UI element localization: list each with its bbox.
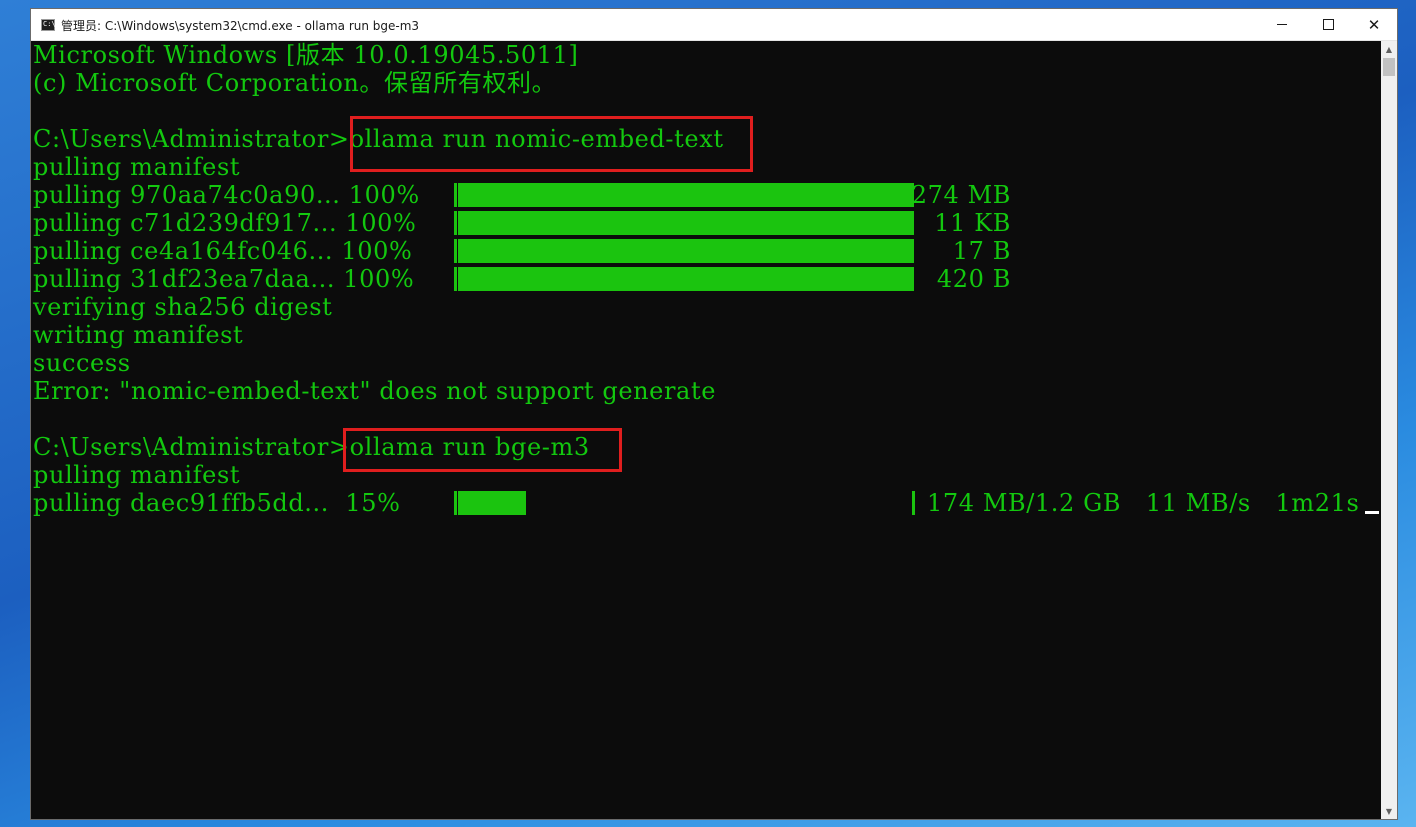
- console-line: Microsoft Windows [版本 10.0.19045.5011]: [33, 41, 579, 69]
- console-line: pulling manifest: [33, 153, 241, 181]
- highlight-box: [343, 428, 622, 472]
- progress-bar-end: [912, 491, 915, 515]
- minimize-button[interactable]: [1259, 9, 1305, 40]
- maximize-button[interactable]: [1305, 9, 1351, 40]
- console-line: Error: "nomic-embed-text" does not suppo…: [33, 377, 717, 405]
- maximize-icon: [1322, 19, 1334, 30]
- console-line: pulling daec91ffb5dd... 15%: [33, 489, 401, 517]
- console-line: (c) Microsoft Corporation。保留所有权利。: [33, 69, 557, 97]
- progress-bar-cap: [454, 267, 457, 291]
- progress-fill: [458, 211, 914, 235]
- progress-bar: [454, 183, 914, 207]
- progress-bar: [454, 267, 914, 291]
- title-bar[interactable]: C:\ 管理员: C:\Windows\system32\cmd.exe - o…: [31, 9, 1397, 41]
- console-line: pulling 31df23ea7daa... 100%: [33, 265, 415, 293]
- download-size: 274 MB: [911, 181, 1011, 209]
- vertical-scrollbar[interactable]: ▲ ▼: [1381, 41, 1397, 819]
- console-line: pulling c71d239df917... 100%: [33, 209, 417, 237]
- progress-bar: [454, 239, 914, 263]
- progress-bar-cap: [454, 239, 457, 263]
- download-size: 420 B: [936, 265, 1011, 293]
- download-size: 11 KB: [934, 209, 1011, 237]
- scroll-thumb[interactable]: [1383, 58, 1395, 76]
- minimize-icon: [1277, 24, 1287, 25]
- close-icon: ✕: [1367, 15, 1381, 34]
- progress-fill: [458, 183, 914, 207]
- progress-bar: [454, 491, 915, 515]
- console-line: pulling ce4a164fc046... 100%: [33, 237, 413, 265]
- console-output[interactable]: Microsoft Windows [版本 10.0.19045.5011] (…: [31, 41, 1381, 819]
- download-status: 174 MB/1.2 GB 11 MB/s 1m21s: [927, 489, 1360, 517]
- console-line: verifying sha256 digest: [33, 293, 333, 321]
- progress-bar-cap: [454, 183, 457, 207]
- cmd-icon: C:\: [41, 19, 56, 31]
- console-line: pulling manifest: [33, 461, 241, 489]
- progress-bar-cap: [454, 491, 457, 515]
- progress-fill: [458, 491, 526, 515]
- console-line: writing manifest: [33, 321, 244, 349]
- progress-fill: [458, 267, 914, 291]
- text-cursor: [1365, 511, 1379, 514]
- highlight-box: [350, 116, 753, 172]
- progress-fill: [458, 239, 914, 263]
- scroll-up-icon[interactable]: ▲: [1381, 41, 1397, 57]
- window-title: 管理员: C:\Windows\system32\cmd.exe - ollam…: [61, 19, 420, 33]
- console-line: pulling 970aa74c0a90... 100%: [33, 181, 420, 209]
- progress-bar-cap: [454, 211, 457, 235]
- download-size: 17 B: [952, 237, 1011, 265]
- scroll-down-icon[interactable]: ▼: [1381, 803, 1397, 819]
- progress-bar: [454, 211, 914, 235]
- console-line: success: [33, 349, 131, 377]
- close-button[interactable]: ✕: [1351, 9, 1397, 40]
- cmd-window: C:\ 管理员: C:\Windows\system32\cmd.exe - o…: [30, 8, 1398, 820]
